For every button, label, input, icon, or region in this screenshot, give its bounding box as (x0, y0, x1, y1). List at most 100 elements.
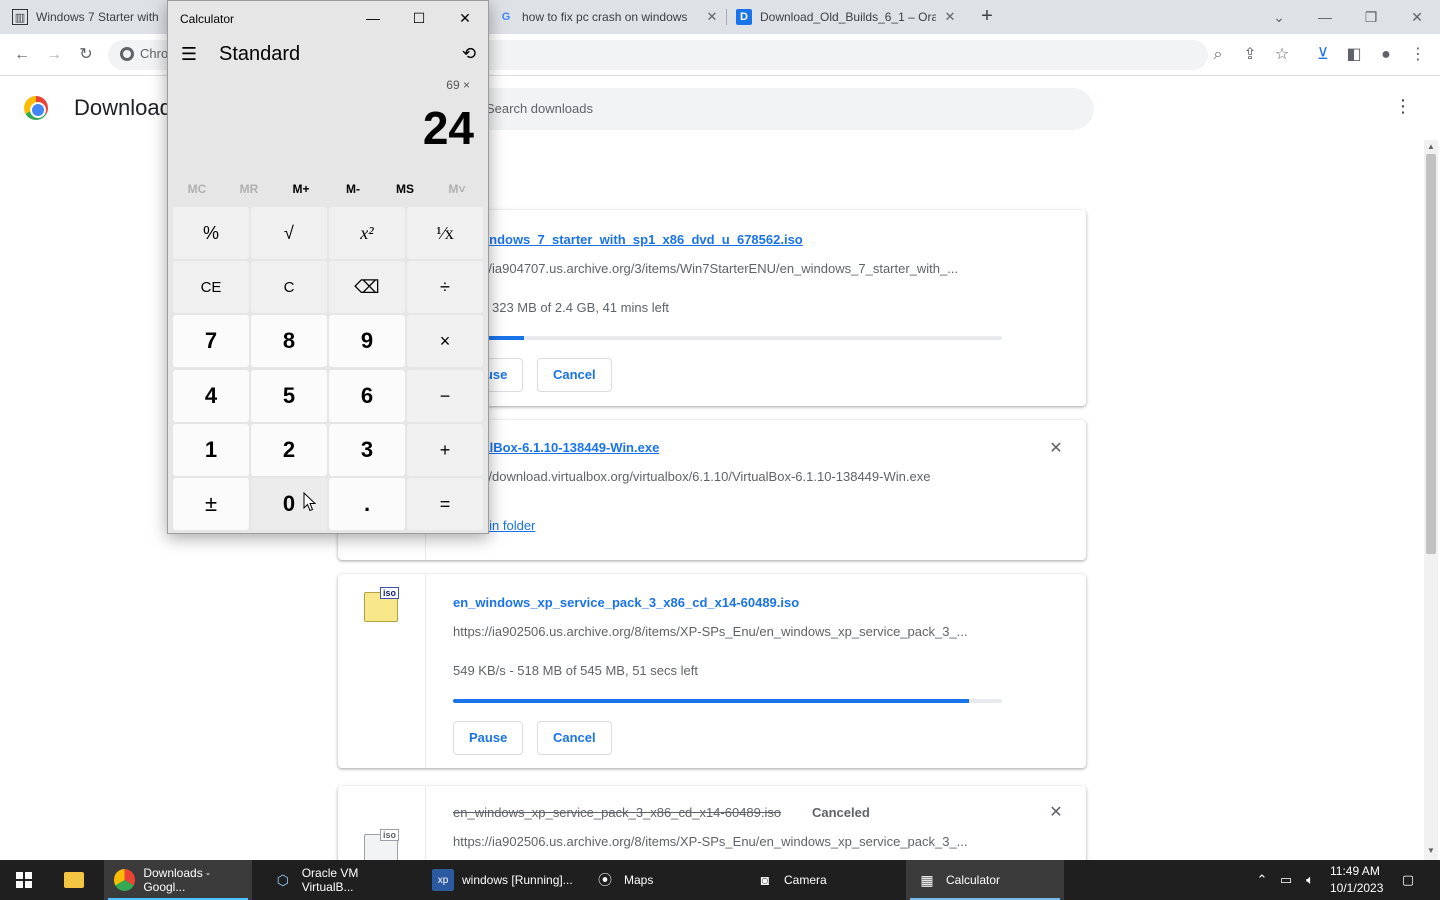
scroll-down-icon[interactable]: ▼ (1426, 846, 1436, 856)
windows-taskbar: Downloads - Googl... ⬡ Oracle VM Virtual… (0, 860, 1440, 900)
taskbar-calculator[interactable]: ▦ Calculator (906, 860, 1064, 900)
minimize-icon[interactable]: — (1312, 4, 1338, 30)
chrome-menu-icon[interactable]: ⋮ (1406, 43, 1430, 67)
notifications-icon[interactable]: ▢ (1398, 870, 1418, 890)
share-icon[interactable]: ⇪ (1238, 43, 1262, 67)
square-button[interactable]: x² (329, 207, 405, 259)
tab-search-chevron-icon[interactable]: ⌄ (1266, 4, 1292, 30)
digit-5-button[interactable]: 5 (251, 370, 327, 422)
network-icon[interactable]: ▭ (1276, 870, 1296, 890)
restore-icon[interactable]: ❐ (1358, 4, 1384, 30)
divide-button[interactable]: ÷ (407, 261, 483, 313)
clock-date[interactable]: 10/1/2023 (1330, 881, 1383, 895)
taskbar-chrome[interactable]: Downloads - Googl... (104, 860, 252, 900)
cancel-button[interactable]: Cancel (537, 358, 612, 392)
reload-icon[interactable]: ↻ (74, 43, 98, 67)
scroll-up-icon[interactable]: ▲ (1426, 142, 1436, 152)
history-icon[interactable]: ⟲ (458, 43, 480, 65)
start-button[interactable] (0, 860, 48, 900)
page-scrollbar[interactable]: ▲ ▼ (1424, 140, 1438, 860)
square-root-button[interactable]: √ (251, 207, 327, 259)
digit-9-button[interactable]: 9 (329, 315, 405, 367)
clear-button[interactable]: C (251, 261, 327, 313)
chrome-icon (120, 46, 134, 61)
download-state-canceled: Canceled (812, 805, 870, 820)
download-url[interactable]: https://ia902506.us.archive.org/8/items/… (453, 834, 968, 849)
more-actions-icon[interactable]: ⋮ (1394, 96, 1412, 120)
download-item: iso en_windows_xp_service_pack_3_x86_cd_… (338, 574, 1086, 768)
close-window-icon[interactable]: ✕ (1404, 4, 1430, 30)
calc-maximize-icon[interactable]: ☐ (397, 5, 441, 31)
download-filename-link[interactable]: en_windows_7_starter_with_sp1_x86_dvd_u_… (453, 232, 803, 247)
taskbar-maps[interactable]: ⦿ Maps (584, 860, 734, 900)
negate-button[interactable]: ± (173, 478, 249, 530)
equals-button[interactable]: = (407, 478, 483, 530)
digit-6-button[interactable]: 6 (329, 370, 405, 422)
calc-minimize-icon[interactable]: — (351, 5, 395, 31)
taskbar-vm-running[interactable]: xp windows [Running]... (422, 860, 580, 900)
cancel-button[interactable]: Cancel (537, 721, 612, 755)
memory-list-button[interactable]: M˅ (431, 182, 483, 196)
side-panel-icon[interactable]: ◧ (1342, 43, 1366, 67)
show-hidden-icons-chevron-icon[interactable]: ⌃ (1252, 870, 1272, 890)
memory-clear-button[interactable]: MC (171, 182, 223, 196)
download-filename[interactable]: en_windows_xp_service_pack_3_x86_cd_x14-… (453, 805, 781, 820)
calculator-titlebar[interactable]: Calculator — ☐ ✕ (168, 1, 488, 35)
clock-time[interactable]: 11:49 AM (1330, 864, 1380, 878)
add-button[interactable]: + (407, 424, 483, 476)
taskbar-camera[interactable]: ◙ Camera (744, 860, 894, 900)
profile-avatar-icon[interactable]: ● (1374, 43, 1398, 67)
download-filename-link[interactable]: en_windows_xp_service_pack_3_x86_cd_x14-… (453, 595, 799, 610)
memory-store-button[interactable]: MS (379, 182, 431, 196)
search-downloads-input[interactable]: Search downloads (470, 88, 1094, 130)
file-icon-label: iso (379, 587, 399, 599)
download-status: 549 KB/s - 518 MB of 545 MB, 51 secs lef… (453, 663, 698, 678)
zoom-icon[interactable]: ⌕ (1206, 43, 1230, 67)
scrollbar-thumb[interactable] (1426, 154, 1436, 554)
reciprocal-button[interactable]: ¹⁄x (407, 207, 483, 259)
forward-arrow-icon[interactable]: → (42, 43, 66, 67)
hamburger-menu-icon[interactable]: ☰ (178, 43, 200, 65)
calc-close-icon[interactable]: ✕ (443, 5, 487, 31)
oracle-page-icon: D (736, 9, 752, 25)
back-arrow-icon[interactable]: ← (10, 43, 34, 67)
pause-button[interactable]: Pause (453, 721, 524, 755)
subtract-button[interactable]: − (407, 370, 483, 422)
multiply-button[interactable]: × (407, 315, 483, 367)
memory-subtract-button[interactable]: M- (327, 182, 379, 196)
digit-2-button[interactable]: 2 (251, 424, 327, 476)
backspace-button[interactable]: ⌫ (329, 261, 405, 313)
close-tab-icon[interactable]: ✕ (942, 9, 958, 25)
remove-download-icon[interactable]: ✕ (1046, 439, 1066, 459)
download-url[interactable]: https://ia904707.us.archive.org/3/items/… (453, 261, 958, 276)
tab-oracle[interactable]: D Download_Old_Builds_6_1 – Oracle ✕ (736, 0, 964, 34)
taskbar-virtualbox[interactable]: ⬡ Oracle VM VirtualB... (262, 860, 412, 900)
bookmark-star-icon[interactable]: ☆ (1270, 43, 1294, 67)
volume-muted-icon[interactable]: 🔈︎ (1300, 870, 1320, 890)
digit-8-button[interactable]: 8 (251, 315, 327, 367)
decimal-button[interactable]: . (329, 478, 405, 530)
remove-download-icon[interactable]: ✕ (1046, 803, 1066, 823)
digit-1-button[interactable]: 1 (173, 424, 249, 476)
tab-windows7[interactable]: ▥ Windows 7 Starter with (12, 0, 168, 34)
download-url[interactable]: https://ia902506.us.archive.org/8/items/… (453, 624, 968, 639)
digit-3-button[interactable]: 3 (329, 424, 405, 476)
tab-divider (726, 9, 727, 25)
download-progress-bar (453, 336, 1002, 340)
digit-7-button[interactable]: 7 (173, 315, 249, 367)
windows-logo-icon (16, 872, 32, 888)
memory-add-button[interactable]: M+ (275, 182, 327, 196)
tab-title: how to fix pc crash on windows 7 (522, 10, 690, 24)
new-tab-button[interactable]: + (976, 6, 998, 28)
file-explorer-taskbar-button[interactable] (54, 860, 94, 900)
memory-recall-button[interactable]: MR (223, 182, 275, 196)
tab-google-search[interactable]: G how to fix pc crash on windows 7 ✕ (498, 0, 726, 34)
download-url[interactable]: https://download.virtualbox.org/virtualb… (453, 469, 930, 484)
download-status-icon[interactable]: ⊻ (1311, 43, 1335, 67)
percent-button[interactable]: % (173, 207, 249, 259)
folder-icon (64, 872, 84, 888)
virtualbox-icon: ⬡ (276, 871, 289, 888)
digit-4-button[interactable]: 4 (173, 370, 249, 422)
clear-entry-button[interactable]: CE (173, 261, 249, 313)
close-tab-icon[interactable]: ✕ (704, 9, 720, 25)
